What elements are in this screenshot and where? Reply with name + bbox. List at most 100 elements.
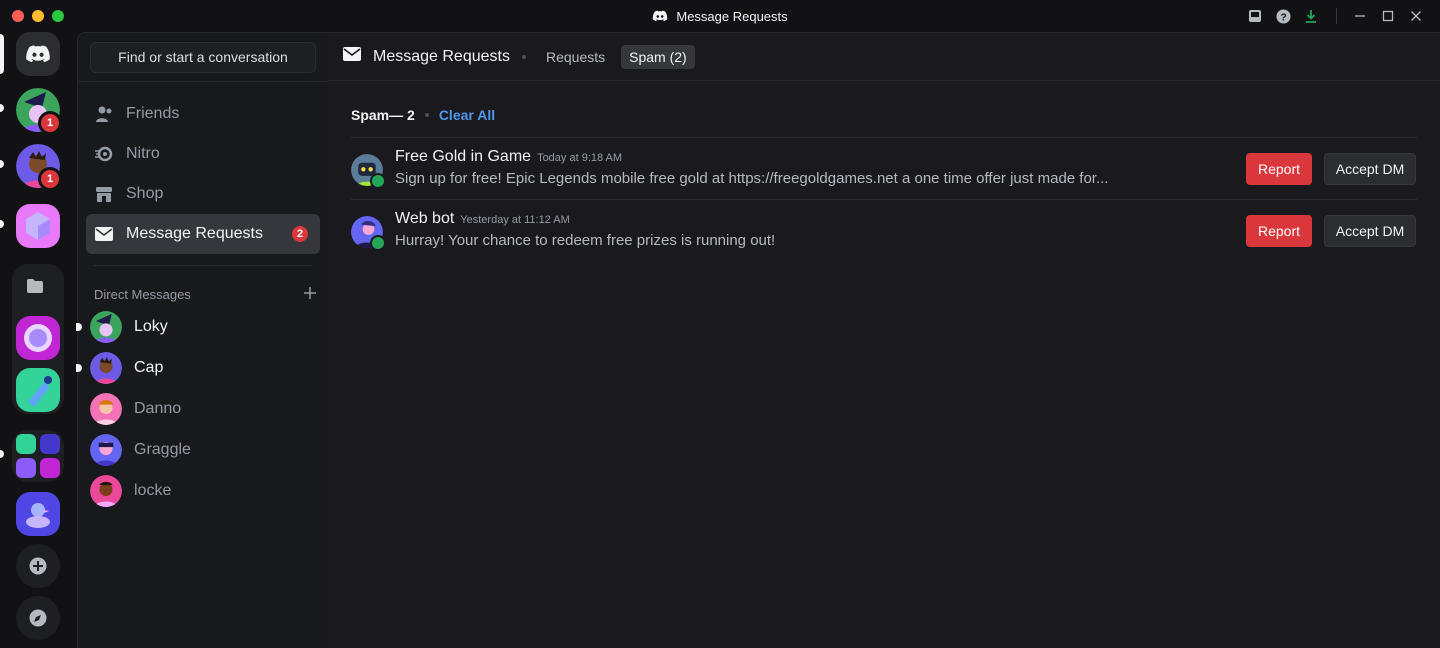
download-icon[interactable] [1303,8,1319,24]
dm-sidebar: Find or start a conversation Friends Nit… [76,32,328,648]
main-header: Message Requests Requests Spam (2) [327,33,1440,81]
report-button[interactable]: Report [1246,215,1312,247]
dm-item-locke[interactable]: locke [86,472,320,510]
discord-logo-icon [653,10,668,22]
direct-messages-header: Direct Messages [94,287,316,302]
dm-name: Danno [134,400,182,417]
separator-dot [424,113,429,117]
avatar [351,154,386,189]
shop-icon [94,184,114,204]
inbox-icon[interactable] [1247,8,1263,24]
nav-label: Friends [126,105,180,122]
page-title: Message Requests [373,47,510,65]
tab-spam[interactable]: Spam (2) [621,44,695,69]
request-message-preview: Hurray! Your chance to redeem free prize… [395,232,776,249]
request-row[interactable]: Free Gold in Game Today at 9:18 AM Sign … [351,137,1417,199]
request-sender-name: Free Gold in Game [395,148,532,165]
nav-nitro[interactable]: Nitro [86,134,320,174]
compass-icon [29,609,47,627]
app-window: Message Requests ? 1 1 Find or start a c… [0,0,1440,648]
dm-item-danno[interactable]: Danno [86,390,320,428]
dm-item-loky[interactable]: Loky [76,308,320,346]
separator-dot [521,54,526,59]
report-button[interactable]: Report [1246,153,1312,185]
request-sender-name: Web bot [395,210,455,227]
spam-count-title: Spam— 2 [351,107,415,123]
friends-icon [94,104,114,124]
title-bar-separator [1336,8,1337,24]
divider [78,81,328,82]
avatar [90,311,122,343]
unread-indicator [76,364,82,372]
direct-messages-label: Direct Messages [94,287,191,302]
dm-item-graggle[interactable]: Graggle [86,431,320,469]
find-conversation-button[interactable]: Find or start a conversation [90,42,316,73]
unread-indicator [0,450,4,458]
dm-name: Cap [134,359,164,376]
window-title: Message Requests [0,8,1440,24]
title-bar: Message Requests ? [0,0,1440,32]
accept-dm-button[interactable]: Accept DM [1324,215,1416,247]
divider [94,265,312,266]
accept-dm-button[interactable]: Accept DM [1324,153,1416,185]
mail-icon [94,224,114,244]
nitro-icon [94,144,114,164]
nav-shop[interactable]: Shop [86,174,320,214]
nav-friends[interactable]: Friends [86,94,320,134]
unread-indicator [0,104,4,112]
server-icon-coin[interactable] [16,316,60,360]
add-icon [29,557,47,575]
unread-badge: 1 [38,167,62,191]
server-folder[interactable] [12,264,64,414]
request-header: Free Gold in Game Today at 9:18 AM [395,148,622,166]
avatar [90,393,122,425]
server-folder-collapsed[interactable] [12,430,64,482]
unread-indicator [0,160,4,168]
request-row[interactable]: Web bot Yesterday at 11:12 AM Hurray! Yo… [351,199,1417,261]
main-content: Message Requests Requests Spam (2) Spam—… [327,32,1440,648]
folder-icon [26,278,44,299]
discord-logo-icon [26,45,50,63]
unread-indicator [76,323,82,331]
clear-all-button[interactable]: Clear All [439,107,495,123]
server-rail: 1 1 [0,32,76,648]
server-icon-duck[interactable] [16,492,60,536]
nav-label: Nitro [126,145,160,162]
dm-item-cap[interactable]: Cap [76,349,320,387]
avatar [90,434,122,466]
unread-indicator [0,220,4,228]
selected-indicator [0,34,4,74]
spam-section-header: Spam— 2 Clear All [351,107,495,123]
close-icon[interactable] [1408,8,1424,24]
help-icon[interactable]: ? [1275,8,1291,24]
dm-name: Loky [134,318,168,335]
add-server-button[interactable] [16,544,60,588]
avatar [90,475,122,507]
nav-label: Shop [126,185,164,202]
server-icon-spray[interactable] [16,368,60,412]
home-button[interactable] [16,32,60,76]
nav-message-requests[interactable]: Message Requests 2 [86,214,320,254]
dm-name: locke [134,482,172,499]
add-dm-icon[interactable] [304,287,316,302]
server-icon-cube[interactable] [16,204,60,248]
mail-icon [343,47,361,66]
discover-button[interactable] [16,596,60,640]
unread-badge: 1 [38,111,62,135]
maximize-icon[interactable] [1380,8,1396,24]
online-status-icon [370,173,386,189]
online-status-icon [370,235,386,251]
window-title-text: Message Requests [676,8,788,24]
avatar [351,216,386,251]
request-header: Web bot Yesterday at 11:12 AM [395,210,570,228]
request-timestamp: Today at 9:18 AM [537,152,623,164]
nav-label: Message Requests [126,225,263,242]
request-timestamp: Yesterday at 11:12 AM [460,214,570,226]
dm-name: Graggle [134,441,191,458]
requests-count-badge: 2 [292,226,308,242]
tab-requests[interactable]: Requests [538,45,613,69]
minimize-icon[interactable] [1352,8,1368,24]
request-message-preview: Sign up for free! Epic Legends mobile fr… [395,170,1109,187]
avatar [90,352,122,384]
svg-text:?: ? [1280,12,1286,23]
